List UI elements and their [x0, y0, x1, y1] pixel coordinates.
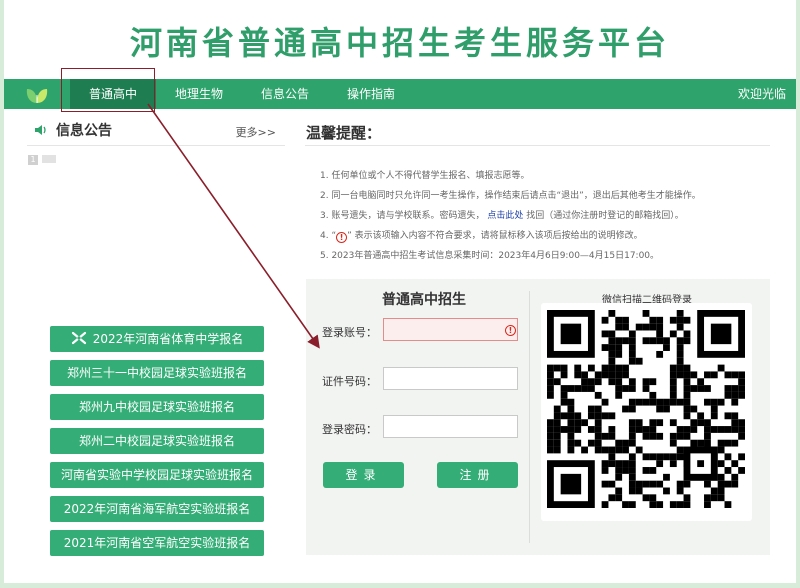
news-divider: [27, 145, 285, 146]
error-icon: !: [505, 325, 516, 336]
zz9-football-registration-button[interactable]: 郑州九中校园足球实验班报名: [50, 394, 264, 420]
notice-5: 5. 2023年普通高中招生考试信息采集时间：2023年4月6日9:00—4月1…: [320, 251, 660, 261]
id-number-input[interactable]: [383, 367, 518, 390]
reminder-divider: [305, 145, 770, 146]
registration-button-label: 2022年河南省体育中学报名: [92, 332, 244, 346]
notice-3-tail: 找回（通过你注册时登记的邮箱找回）。: [526, 211, 684, 221]
password-input[interactable]: [383, 415, 518, 438]
register-button[interactable]: 注册: [437, 462, 518, 488]
qr-code-icon: [547, 310, 745, 508]
site-title: 河南省普通高中招生考生服务平台: [129, 24, 670, 62]
notice-4-text: 4. “: [320, 231, 337, 241]
annotation-highlight-box: [61, 68, 155, 112]
login-card: 普通高中招生 登录账号： ! 证件号码： 登录密码： 登录 注册 微信扫描二维码…: [306, 279, 770, 555]
notice-2: 2. 同一台电脑同时只允许同一考生操作，操作结束后请点击“退出”，退出后其他考生…: [320, 191, 701, 201]
news-item-blurred-text: [42, 155, 56, 163]
zz31-football-registration-button[interactable]: 郑州三十一中校园足球实验班报名: [50, 360, 264, 386]
news-title: 信息公告: [56, 123, 112, 139]
reminder-title: 温馨提醒：: [306, 124, 382, 142]
sports-icon: [71, 331, 86, 345]
notice-3-text: 3. 账号遗失，请与学校联系。密码遗失，: [320, 211, 485, 221]
news-header: 信息公告 更多>>: [34, 120, 284, 142]
wechat-qr-code[interactable]: [541, 303, 752, 521]
notice-3: 3. 账号遗失，请与学校联系。密码遗失， 点击此处 找回（通过你注册时登记的邮箱…: [320, 208, 684, 221]
nav-item-gonggao[interactable]: 信息公告: [250, 79, 320, 109]
page-frame-right: [796, 0, 800, 588]
login-heading: 普通高中招生: [382, 292, 466, 308]
notice-4-tail: ” 表示该项输入内容不符合要求，请将鼠标移入该项后按给出的说明修改。: [347, 231, 643, 241]
nav-item-zhinan[interactable]: 操作指南: [336, 79, 406, 109]
login-button[interactable]: 登录: [323, 462, 404, 488]
sports-school-registration-button[interactable]: 2022年河南省体育中学报名: [50, 326, 264, 352]
warning-icon: !: [336, 232, 348, 243]
password-recovery-link[interactable]: 点击此处: [487, 211, 523, 221]
page-frame-bottom: [0, 583, 800, 588]
id-number-label: 证件号码：: [322, 375, 377, 388]
zz2-football-registration-button[interactable]: 郑州二中校园足球实验班报名: [50, 428, 264, 454]
notice-1: 1. 任何单位或个人不得代替学生报名、填报志愿等。: [320, 171, 530, 181]
air-force-aviation-registration-button[interactable]: 2021年河南省空军航空实验班报名: [50, 530, 264, 556]
henan-experimental-football-registration-button[interactable]: 河南省实验中学校园足球实验班报名: [50, 462, 264, 488]
leaf-logo-icon: [26, 89, 48, 103]
news-item-number: 1: [28, 155, 38, 165]
account-input[interactable]: [383, 318, 518, 341]
news-item[interactable]: 1: [28, 154, 56, 165]
speaker-icon: [35, 125, 46, 135]
password-label: 登录密码：: [322, 423, 377, 436]
welcome-text: 欢迎光临: [737, 87, 786, 101]
navy-aviation-registration-button[interactable]: 2022年河南省海军航空实验班报名: [50, 496, 264, 522]
account-label: 登录账号：: [322, 326, 377, 339]
login-divider: [529, 291, 530, 543]
news-more-link[interactable]: 更多>>: [236, 124, 276, 140]
nav-item-dili[interactable]: 地理生物: [164, 79, 234, 109]
notice-4: 4. “!” 表示该项输入内容不符合要求，请将鼠标移入该项后按给出的说明修改。: [320, 228, 643, 243]
